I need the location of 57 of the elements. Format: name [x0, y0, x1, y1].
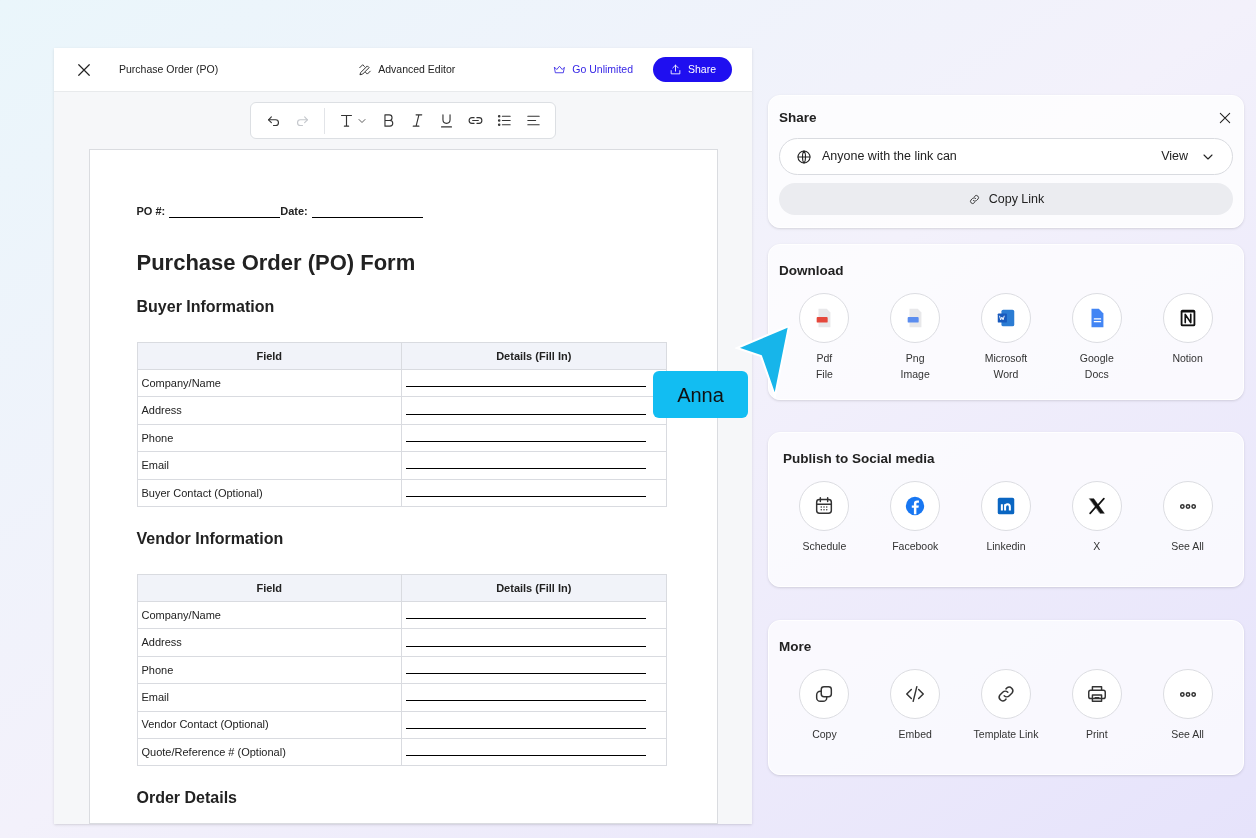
option-label: Pdf File	[815, 351, 833, 383]
more-icon	[1179, 691, 1196, 697]
column-header: Field	[137, 574, 402, 602]
option-label: Png Image	[900, 351, 930, 383]
go-unlimited-link[interactable]: Go Unlimited	[553, 61, 633, 78]
pencil-ruler-icon	[358, 62, 373, 77]
crown-icon	[553, 63, 567, 76]
table-cell: Email	[137, 451, 402, 480]
table-cell: Address	[137, 396, 402, 425]
table-cell: Company/Name	[137, 369, 402, 397]
table-cell: Company/Name	[137, 601, 402, 629]
option-label: Facebook	[892, 539, 939, 555]
copy-link-button[interactable]: Copy Link	[779, 183, 1233, 216]
column-header: Field	[137, 342, 402, 370]
panel-title: Publish to Social media	[783, 450, 936, 468]
user-name-tag: Anna	[653, 371, 748, 418]
table-cell: Quote/Reference # (Optional)	[137, 738, 402, 766]
option-label: X	[1093, 539, 1101, 555]
section-heading: Vendor Information	[136, 528, 285, 549]
facebook-icon	[904, 495, 927, 518]
date-label: Date:	[280, 203, 308, 219]
option-label: Template Link	[973, 727, 1039, 743]
column-header: Details (Fill In)	[401, 574, 666, 602]
option-label: See All	[1171, 539, 1204, 555]
table-cell: Email	[137, 683, 402, 711]
option-label: Microsoft Word	[984, 351, 1028, 383]
section-heading: Order Details	[136, 788, 238, 809]
share-button[interactable]: Share	[653, 57, 732, 82]
option-label: Google Docs	[1079, 351, 1114, 383]
link-icon	[967, 192, 981, 206]
option-label: Copy	[812, 727, 837, 743]
advanced-editor-button[interactable]: Advanced Editor	[358, 61, 456, 78]
table-cell: Address	[137, 628, 402, 657]
upload-icon	[669, 63, 682, 76]
option-label: Linkedin	[986, 539, 1026, 555]
option-label: Notion	[1172, 351, 1203, 367]
section-heading: Buyer Information	[136, 297, 276, 317]
document-heading: Purchase Order (PO) Form	[136, 249, 417, 277]
panel-title: Download	[779, 262, 845, 280]
option-label: Schedule	[802, 539, 847, 555]
document-title: Purchase Order (PO)	[119, 61, 219, 77]
word-document-button[interactable]	[981, 293, 1031, 344]
table-cell: Buyer Contact (Optional)	[137, 479, 402, 507]
table-cell: Phone	[137, 656, 402, 684]
panel-title: Share	[779, 109, 817, 127]
panel-title: More	[779, 638, 813, 656]
option-label: See All	[1171, 727, 1204, 743]
more-icon	[1179, 503, 1196, 509]
column-header: Details (Fill In)	[401, 342, 666, 370]
globe-icon	[796, 148, 812, 165]
table-cell: Vendor Contact (Optional)	[137, 711, 402, 739]
option-label: Embed	[898, 727, 932, 743]
po-number-label: PO #:	[136, 203, 166, 219]
table-cell: Phone	[137, 424, 402, 452]
option-label: Print	[1086, 727, 1108, 743]
linkedin-button[interactable]	[981, 481, 1031, 532]
access-dropdown[interactable]: Anyone with the link can View	[779, 138, 1233, 176]
